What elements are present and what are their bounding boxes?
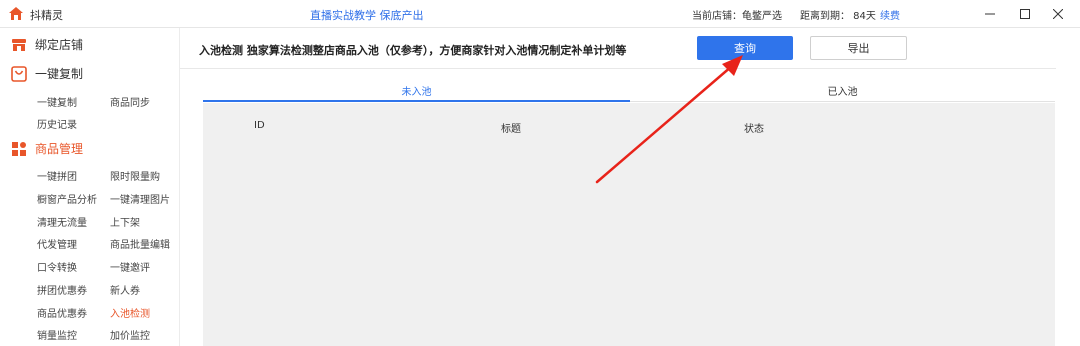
sidebar-item-batch-edit[interactable]: 商品批量编辑 xyxy=(110,236,170,251)
sidebar-item-goods-coupon[interactable]: 商品优惠券 xyxy=(37,305,87,320)
close-icon xyxy=(1053,9,1063,19)
sidebar-item-pool-check[interactable]: 入池检测 xyxy=(110,305,150,320)
sidebar-item-shelf[interactable]: 上下架 xyxy=(110,214,140,229)
store-icon xyxy=(12,38,26,51)
column-header-title[interactable]: 标题 xyxy=(501,120,521,135)
sidebar-item-label: 绑定店铺 xyxy=(35,38,84,52)
tab-in-pool[interactable]: 已入池 xyxy=(630,80,1055,102)
query-button[interactable]: 查询 xyxy=(697,36,793,60)
sidebar-group-label: 一键复制 xyxy=(35,67,84,81)
sidebar-item-one-click-copy[interactable]: 一键复制 xyxy=(37,94,77,109)
grid-icon xyxy=(12,141,26,156)
sidebar-item-showcase-analysis[interactable]: 橱窗产品分析 xyxy=(37,191,97,206)
export-button[interactable]: 导出 xyxy=(810,36,907,60)
sidebar-item-code-convert[interactable]: 口令转换 xyxy=(37,259,77,274)
title-bar: 抖精灵 直播实战教学 保底产出 当前店铺：龟鳖严选 距离到期： 84天 续费 xyxy=(0,0,1080,28)
sidebar-item-dropship[interactable]: 代发管理 xyxy=(37,236,77,251)
sidebar-item-sales-monitor[interactable]: 销量监控 xyxy=(37,327,77,342)
sidebar-group-label: 商品管理 xyxy=(35,142,84,156)
sidebar-item-clean-no-traffic[interactable]: 清理无流量 xyxy=(37,214,87,229)
sidebar-item-history[interactable]: 历史记录 xyxy=(37,116,77,131)
close-button[interactable] xyxy=(1048,4,1068,24)
sidebar: 绑定店铺 一键复制 一键复制 商品同步 历史记录 商品管理 一键拼团 限时限量购… xyxy=(0,28,180,346)
sidebar-item-group-coupon[interactable]: 拼团优惠券 xyxy=(37,282,87,297)
page-headline: 入池检测 独家算法检测整店商品入池（仅参考），方便商家针对入池情况制定补单计划等 xyxy=(199,44,627,57)
minimize-button[interactable] xyxy=(980,4,1000,24)
sidebar-item-price-monitor[interactable]: 加价监控 xyxy=(110,327,150,342)
shopping-bag-icon xyxy=(11,65,27,82)
results-table: ID 标题 状态 xyxy=(203,103,1055,346)
promo-link[interactable]: 直播实战教学 保底产出 xyxy=(310,7,424,23)
app-logo-icon xyxy=(9,7,23,20)
maximize-button[interactable] xyxy=(1015,4,1035,24)
app-name: 抖精灵 xyxy=(30,9,63,22)
sidebar-item-clean-images[interactable]: 一键清理图片 xyxy=(110,191,170,206)
minimize-icon xyxy=(985,13,995,15)
sidebar-group-copy[interactable]: 一键复制 xyxy=(11,65,83,82)
tab-not-in-pool[interactable]: 未入池 xyxy=(203,80,630,102)
maximize-icon xyxy=(1020,9,1030,19)
sidebar-item-flash-sale[interactable]: 限时限量购 xyxy=(110,168,160,183)
sidebar-item-bind-store[interactable]: 绑定店铺 xyxy=(11,36,83,53)
expire-label: 距离到期： 84天 xyxy=(800,11,876,22)
sidebar-item-new-user-coupon[interactable]: 新人券 xyxy=(110,282,140,297)
sidebar-group-goods[interactable]: 商品管理 xyxy=(11,140,83,157)
current-store-label: 当前店铺：龟鳖严选 xyxy=(692,11,782,22)
renew-link[interactable]: 续费 xyxy=(880,7,900,22)
column-header-id[interactable]: ID xyxy=(254,120,265,131)
divider xyxy=(180,68,1056,69)
sidebar-item-invite-review[interactable]: 一键邀评 xyxy=(110,259,150,274)
column-header-status[interactable]: 状态 xyxy=(744,120,764,135)
sidebar-item-goods-sync[interactable]: 商品同步 xyxy=(110,94,150,109)
sidebar-item-group-buy[interactable]: 一键拼团 xyxy=(37,168,77,183)
